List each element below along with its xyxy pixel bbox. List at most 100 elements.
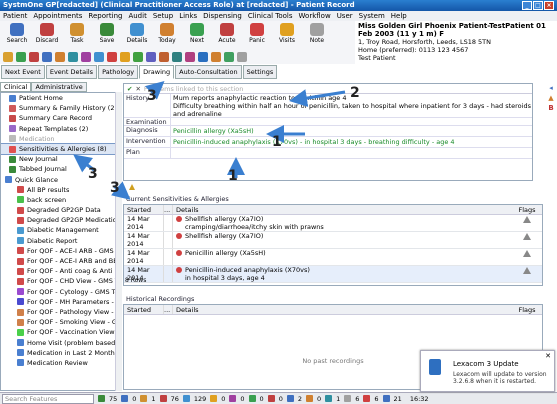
tree-item[interactable]: For QOF - CHD View - GMS Ter [1,276,121,286]
row-value[interactable]: Penicillin-induced anaphylaxis (X70vs) -… [170,137,532,147]
tool-icon[interactable] [211,52,221,62]
tool-icon[interactable] [159,52,169,62]
tool-icon[interactable] [42,52,52,62]
menu-system[interactable]: System [359,11,385,21]
tree-item[interactable]: Degraded GP2GP Medication [1,215,121,225]
col-more[interactable]: ... [163,205,173,214]
menu-audit[interactable]: Audit [128,11,146,21]
left-scrollbar[interactable] [115,92,122,391]
tool-icon[interactable] [3,52,13,62]
tree-item[interactable]: For QOF - MH Parameters - GM [1,297,121,307]
tree-item[interactable]: Medication [1,134,121,144]
note-button[interactable]: Note [302,21,332,50]
row-value[interactable]: Mum reports anaphylactic reaction to pen… [170,94,532,118]
tab-settings[interactable]: Settings [242,65,278,79]
details-button[interactable]: Details [122,21,152,50]
tab-event-details[interactable]: Event Details [45,65,98,79]
today-button[interactable]: Today [152,21,182,50]
status-icon[interactable] [121,395,129,402]
tree-item[interactable]: Patient Home [1,93,121,103]
expand-icon[interactable]: ◂ [545,83,557,93]
status-icon[interactable] [159,395,167,402]
tree-item[interactable]: Quick Glance [1,175,121,185]
tool-icon[interactable] [224,52,234,62]
row-value[interactable] [170,148,532,158]
tab-auto-consultation[interactable]: Auto-Consultation [175,65,242,79]
status-icon[interactable] [229,395,237,402]
menu-appointments[interactable]: Appointments [33,11,82,21]
col-details[interactable]: Details [173,205,512,214]
sensitivity-row[interactable]: 14 Mar 2014 Penicillin-induced anaphylaxi… [124,266,542,283]
tool-icon[interactable] [198,52,208,62]
status-icon[interactable] [363,395,371,402]
tree-item[interactable]: For QOF - Vaccination View - G [1,327,121,337]
tree-item[interactable]: Summary Care Record [1,113,121,123]
tree-item[interactable]: New Journal [1,154,121,164]
tab-next-event[interactable]: Next Event [1,65,45,79]
attach-icon[interactable]: ▲ [545,93,557,103]
save-button[interactable]: Save [92,21,122,50]
menu-reporting[interactable]: Reporting [88,11,122,21]
lexacom-notification[interactable]: Lexacom 3 Update Lexacom will update to … [420,350,555,392]
status-icon[interactable] [267,395,275,402]
col-flags[interactable]: Flags [512,205,542,214]
col-details[interactable]: Details [173,305,512,314]
tool-icon[interactable] [68,52,78,62]
tree-item[interactable]: Tabbed Journal [1,164,121,174]
status-icon[interactable] [182,395,190,402]
tool-icon[interactable] [237,52,247,62]
tab-clinical[interactable]: Clinical [0,82,32,92]
col-started[interactable]: Started [124,305,163,314]
tool-icon[interactable] [94,52,104,62]
status-icon[interactable] [344,395,352,402]
tool-icon[interactable] [185,52,195,62]
col-more[interactable]: ... [163,305,173,314]
status-icon[interactable] [140,395,148,402]
tree-item[interactable]: For QOF - ACE-I ARB and BB - [1,256,121,266]
tree-item[interactable]: back screen [1,195,121,205]
tab-drawing[interactable]: Drawing [139,65,175,79]
acute-button[interactable]: Acute [212,21,242,50]
menu-user[interactable]: User [337,11,353,21]
tree-item[interactable]: Repeat Templates (2) [1,124,121,134]
tree-item[interactable]: Medication in Last 2 Months [1,348,121,358]
minimize-button[interactable]: _ [522,1,532,10]
tree-item[interactable]: All BP results [1,185,121,195]
search-features-input[interactable]: Search Features [2,393,94,404]
tool-icon[interactable] [81,52,91,62]
row-value[interactable]: Penicillin allergy (Xa5sH) [170,126,532,136]
task-button[interactable]: Task [62,21,92,50]
tree-item[interactable]: Medication Review [1,358,121,368]
close-icon[interactable]: ✕ [545,352,551,360]
sensitivity-row[interactable]: 14 Mar 2014 Shellfish allergy (Xa7IO) cra… [124,215,542,232]
discard-button[interactable]: Discard [32,21,62,50]
tree-item[interactable]: For QOF - Anti coag & Anti pla [1,266,121,276]
next-button[interactable]: Next [182,21,212,50]
sensitivity-row[interactable]: 14 Mar 2014 Penicillin allergy (Xa5sH) [124,249,542,266]
tick-icon[interactable]: ✔ [127,85,132,93]
sensitivity-row[interactable]: 14 Mar 2014 Shellfish allergy (Xa7IO) [124,232,542,249]
row-value[interactable] [170,118,532,125]
tree-item[interactable]: Summary & Family History (2) [1,103,121,113]
tree-item[interactable]: Degraded GP2GP Data [1,205,121,215]
menu-links[interactable]: Links [179,11,197,21]
menu-patient[interactable]: Patient [3,11,27,21]
tree-item[interactable]: Sensitivities & Allergies (8) [1,142,121,156]
tool-icon[interactable] [133,52,143,62]
tab-pathology[interactable]: Pathology [98,65,139,79]
maximize-button[interactable]: □ [533,1,543,10]
tool-icon[interactable] [16,52,26,62]
close-button[interactable]: × [544,1,554,10]
tree-item[interactable]: For QOF - Pathology View - GM [1,307,121,317]
menu-setup[interactable]: Setup [153,11,173,21]
cross-icon[interactable]: ✕ [135,85,140,93]
col-flags[interactable]: Flags [512,305,542,314]
tree-item[interactable]: For QOF - Cytology - GMS Term [1,287,121,297]
tree-item[interactable]: Diabetic Management [1,225,121,235]
status-icon[interactable] [248,395,256,402]
search-button[interactable]: Search [2,21,32,50]
tool-icon[interactable] [29,52,39,62]
panic-button[interactable]: Panic [242,21,272,50]
visits-button[interactable]: Visits [272,21,302,50]
tool-icon[interactable] [55,52,65,62]
